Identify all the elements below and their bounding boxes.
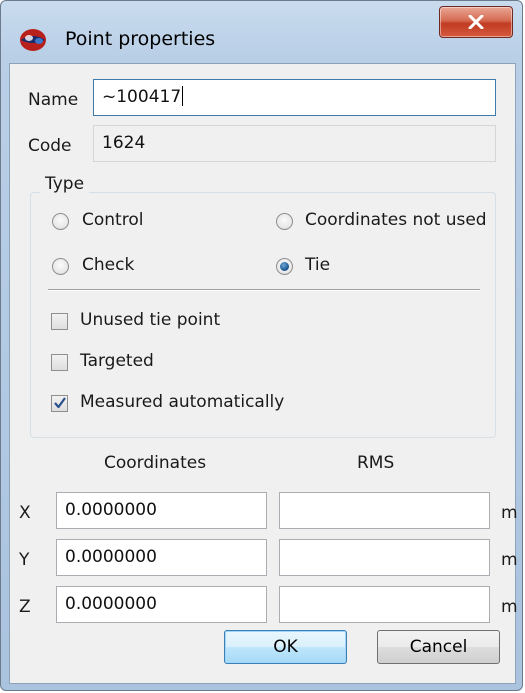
- name-label: Name: [28, 90, 79, 110]
- axis-y-label: Y: [19, 550, 30, 570]
- x-rms-input[interactable]: [279, 492, 490, 529]
- x-coordinate-input[interactable]: 0.0000000: [56, 492, 267, 529]
- point-properties-dialog: Point properties Name ~100417 Code 1624 …: [0, 0, 523, 691]
- name-input[interactable]: ~100417: [93, 79, 496, 116]
- checkbox-targeted[interactable]: [51, 354, 68, 371]
- text-caret: [182, 86, 184, 106]
- rms-header: RMS: [357, 453, 395, 473]
- z-coordinate-input[interactable]: 0.0000000: [56, 586, 267, 623]
- code-value: 1624: [102, 133, 146, 153]
- checkbox-measured-automatically-label[interactable]: Measured automatically: [80, 392, 284, 412]
- z-rms-input[interactable]: [279, 586, 490, 623]
- close-button[interactable]: [439, 6, 513, 38]
- y-rms-input[interactable]: [279, 539, 490, 576]
- type-group-title: Type: [40, 174, 90, 194]
- z-unit-label: m: [501, 597, 518, 617]
- code-field: 1624: [93, 125, 496, 162]
- radio-tie[interactable]: [276, 258, 293, 275]
- radio-control[interactable]: [52, 213, 69, 230]
- axis-z-label: Z: [19, 597, 31, 617]
- radio-check-label[interactable]: Check: [82, 255, 134, 275]
- radio-check[interactable]: [52, 258, 69, 275]
- radio-control-label[interactable]: Control: [82, 210, 143, 230]
- ok-button[interactable]: OK: [224, 630, 347, 664]
- name-value: ~100417: [102, 87, 182, 107]
- code-label: Code: [28, 136, 72, 156]
- window-title: Point properties: [65, 28, 216, 50]
- app-logo-icon: [19, 28, 47, 52]
- z-coordinate-value: 0.0000000: [65, 594, 157, 614]
- coordinates-header: Coordinates: [104, 453, 207, 473]
- checkbox-measured-automatically[interactable]: [51, 395, 68, 412]
- title-bar[interactable]: Point properties: [1, 1, 522, 63]
- x-unit-label: m: [501, 503, 518, 523]
- cancel-button[interactable]: Cancel: [377, 630, 500, 664]
- x-coordinate-value: 0.0000000: [65, 500, 157, 520]
- checkbox-unused-tie-point[interactable]: [51, 313, 68, 330]
- axis-x-label: X: [19, 503, 31, 523]
- checkmark-icon: [54, 397, 66, 409]
- checkbox-unused-tie-point-label[interactable]: Unused tie point: [80, 310, 220, 330]
- close-icon: [468, 15, 484, 29]
- radio-coordinates-not-used[interactable]: [276, 213, 293, 230]
- y-coordinate-input[interactable]: 0.0000000: [56, 539, 267, 576]
- dialog-body: Name ~100417 Code 1624 Type Control Coor…: [9, 63, 518, 684]
- group-separator: [48, 289, 480, 291]
- radio-tie-label[interactable]: Tie: [305, 255, 330, 275]
- radio-coordinates-not-used-label[interactable]: Coordinates not used: [305, 210, 487, 230]
- y-coordinate-value: 0.0000000: [65, 547, 157, 567]
- y-unit-label: m: [501, 550, 518, 570]
- checkbox-targeted-label[interactable]: Targeted: [80, 351, 154, 371]
